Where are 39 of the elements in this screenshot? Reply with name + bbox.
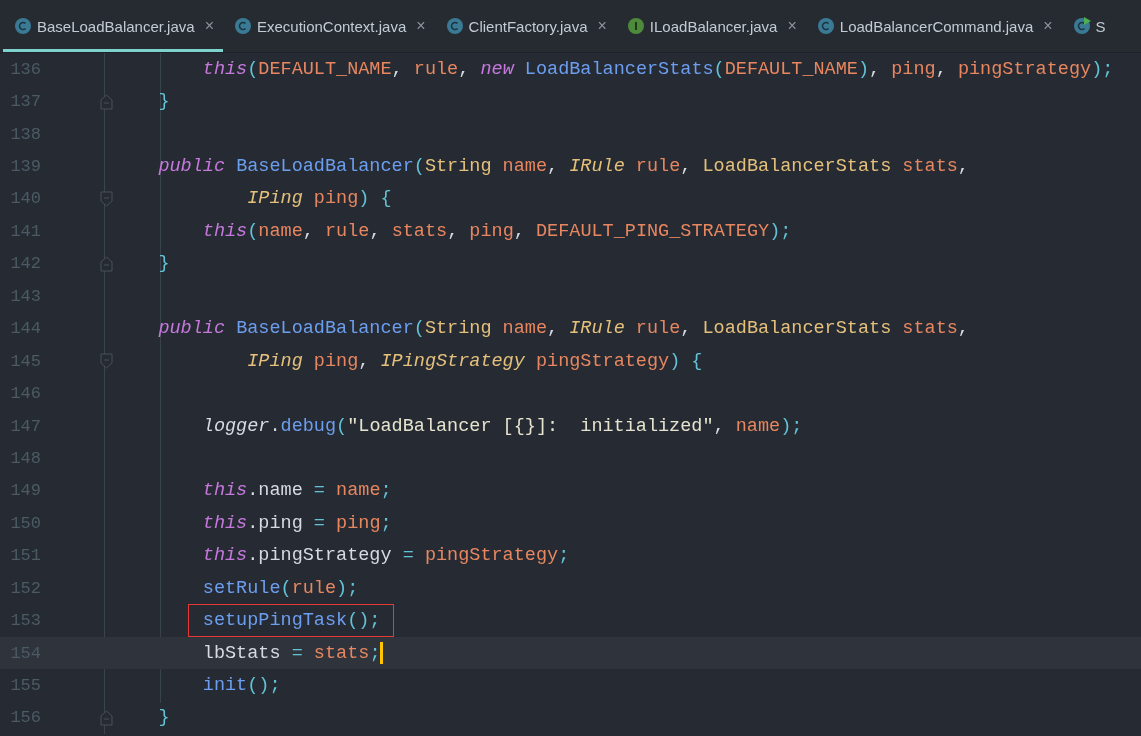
close-icon[interactable]: ×	[204, 17, 214, 35]
close-icon[interactable]: ×	[787, 17, 797, 35]
code-line: }	[157, 253, 170, 275]
file-tab[interactable]: ILoadBalancer.java ×	[615, 0, 806, 52]
code-line: setupPingTask();	[201, 610, 381, 632]
class-file-icon	[14, 17, 32, 35]
fold-marker-icon[interactable]	[100, 709, 113, 726]
code-line: }	[157, 707, 170, 729]
code-line: this.pingStrategy = pingStrategy;	[201, 545, 570, 567]
class-file-icon	[1072, 17, 1091, 35]
close-icon[interactable]: ×	[1043, 17, 1053, 35]
close-icon[interactable]: ×	[597, 17, 607, 35]
class-file-icon	[233, 17, 252, 35]
code-line: this(name, rule, stats, ping, DEFAULT_PING_STRATEGY);	[201, 220, 792, 242]
file-tab[interactable]: ExecutionContext.java ×	[222, 0, 435, 52]
code-line: IPing ping) {	[246, 188, 392, 210]
class-file-icon	[816, 17, 835, 35]
file-tab[interactable]: ClientFactory.java ×	[434, 0, 616, 52]
class-file-icon	[445, 17, 464, 35]
code-line: }	[157, 91, 170, 113]
fold-marker-icon[interactable]	[100, 190, 113, 207]
code-line: setRule(rule);	[201, 577, 359, 599]
fold-marker-icon[interactable]	[100, 93, 113, 110]
code-line: this(DEFAULT_NAME, rule, new LoadBalancerStats(DEFAULT_NAME), ping, pingStrategy);	[201, 58, 1114, 80]
code-line: IPing ping, IPingStrategy pingStrategy) {	[246, 350, 703, 372]
close-icon[interactable]: ×	[416, 17, 426, 35]
code-line: this.name = name;	[201, 480, 392, 502]
code-line: logger.debug("LoadBalancer [{}]: initialized", name);	[201, 415, 803, 437]
fold-marker-icon[interactable]	[100, 353, 113, 370]
code-line: this.ping = ping;	[201, 512, 392, 534]
code-line: public BaseLoadBalancer(String name, IRule rule, LoadBalancerStats stats,	[157, 156, 969, 178]
file-tab[interactable]: S	[1061, 0, 1115, 52]
fold-marker-icon[interactable]	[100, 255, 113, 272]
code-line: public BaseLoadBalancer(String name, IRule rule, LoadBalancerStats stats,	[157, 318, 969, 340]
file-tab[interactable]: BaseLoadBalancer.java ×	[3, 0, 223, 52]
file-tab[interactable]: LoadBalancerCommand.java ×	[805, 0, 1062, 52]
code-line: init();	[201, 675, 281, 697]
interface-file-icon	[626, 17, 645, 35]
code-line: lbStats = stats;	[201, 642, 381, 664]
